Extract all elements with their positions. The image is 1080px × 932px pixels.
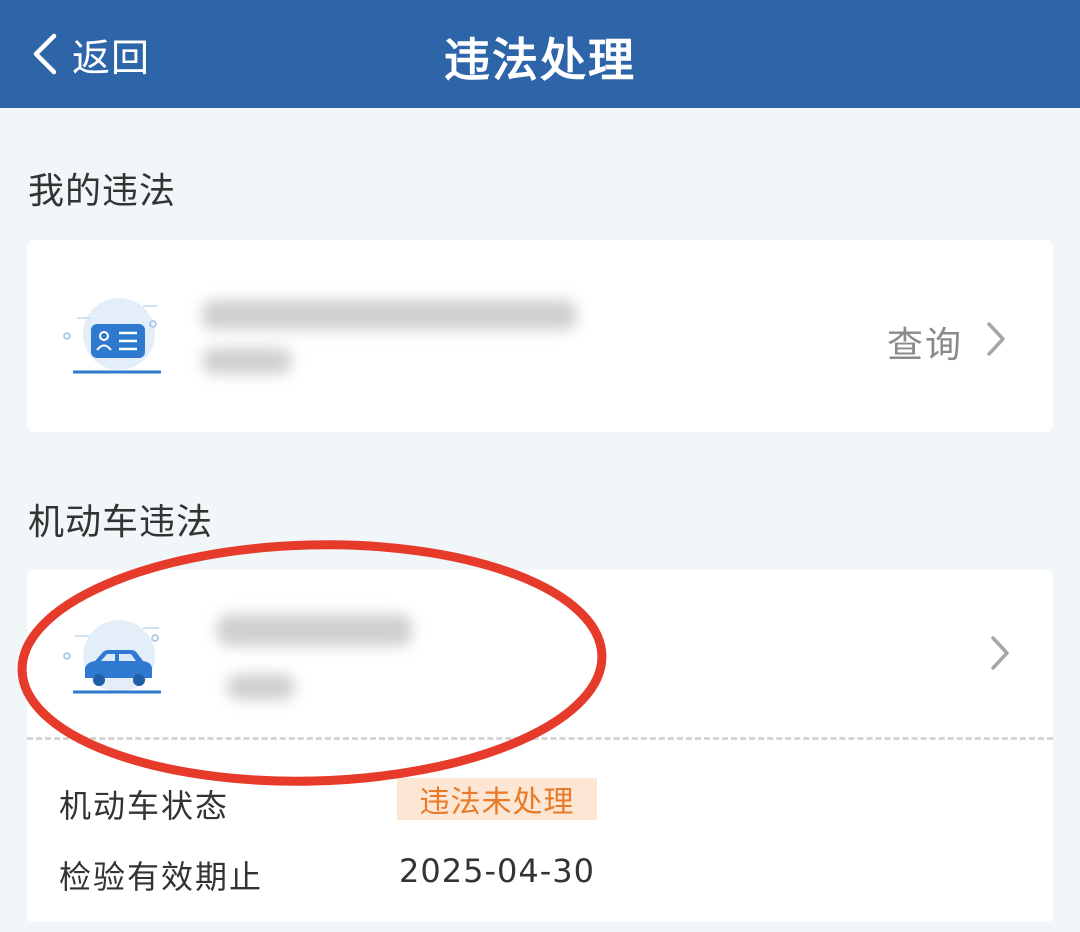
car-icon[interactable] [57, 614, 167, 704]
redacted-vehicle-type [227, 674, 295, 700]
my-violations-card[interactable]: 查询 [27, 240, 1053, 432]
divider [27, 737, 1053, 740]
inspection-expiry-value: 2025-04-30 [399, 852, 595, 890]
chevron-right-icon [987, 322, 1005, 356]
id-card-icon [57, 292, 167, 382]
page-title: 违法处理 [444, 33, 636, 87]
vehicle-violations-card: 机动车状态 违法未处理 检验有效期止 2025-04-30 [27, 570, 1053, 922]
section-title-vehicle-violations: 机动车违法 [28, 502, 214, 543]
redacted-name [202, 300, 577, 330]
redacted-plate-number [217, 614, 412, 646]
vehicle-status-label: 机动车状态 [59, 787, 230, 825]
section-title-my-violations: 我的违法 [28, 171, 177, 212]
top-bar: 返回 违法处理 [0, 0, 1080, 108]
query-label: 查询 [887, 325, 964, 366]
redacted-subtext [202, 348, 292, 374]
status-badge: 违法未处理 [397, 778, 597, 820]
chevron-right-icon[interactable] [989, 634, 1011, 672]
inspection-expiry-label: 检验有效期止 [59, 858, 264, 896]
